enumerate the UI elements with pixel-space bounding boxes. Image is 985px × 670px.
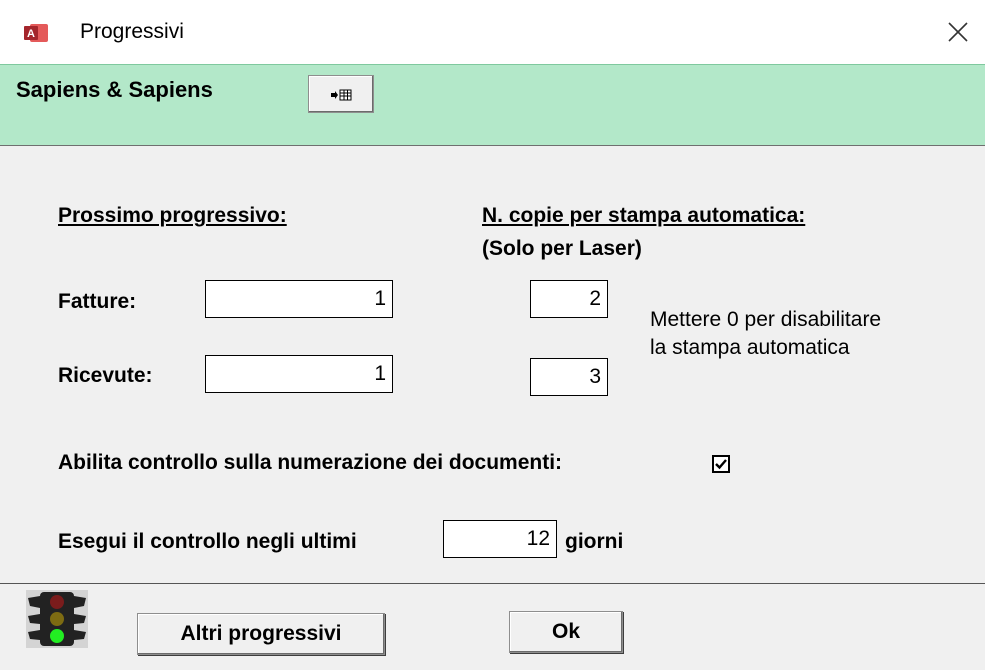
footer-divider — [0, 583, 985, 584]
ricevute-input[interactable]: 1 — [205, 355, 393, 393]
arrow-table-icon — [331, 89, 352, 101]
hint-line-2: la stampa automatica — [650, 336, 850, 359]
title-bar: A Progressivi — [0, 0, 985, 64]
window-title: Progressivi — [80, 20, 184, 43]
ricevute-label: Ricevute: — [58, 364, 153, 387]
altri-progressivi-button[interactable]: Altri progressivi — [137, 613, 385, 655]
days-input[interactable]: 12 — [443, 520, 557, 558]
traffic-light-icon — [26, 590, 88, 648]
ricevute-copies-input[interactable]: 3 — [530, 358, 608, 396]
copie-heading: N. copie per stampa automatica: — [482, 204, 806, 227]
ok-button[interactable]: Ok — [509, 611, 623, 653]
access-icon: A — [24, 24, 48, 42]
checkmark-icon — [715, 459, 727, 470]
fatture-copies-input[interactable]: 2 — [530, 280, 608, 318]
navigate-button[interactable] — [308, 75, 374, 113]
fatture-label: Fatture: — [58, 290, 137, 313]
form-header: Sapiens & Sapiens — [0, 64, 985, 146]
numbering-check-checkbox[interactable] — [712, 455, 730, 473]
progressivo-heading: Prossimo progressivo: — [58, 204, 287, 227]
svg-text:A: A — [27, 28, 35, 40]
copie-subheading: (Solo per Laser) — [482, 237, 642, 260]
hint-line-1: Mettere 0 per disabilitare — [650, 308, 882, 331]
days-prefix: Esegui il controllo negli ultimi — [58, 530, 357, 553]
fatture-input[interactable]: 1 — [205, 280, 393, 318]
check-label: Abilita controllo sulla numerazione dei … — [58, 451, 563, 474]
close-icon[interactable] — [944, 18, 972, 46]
days-suffix: giorni — [565, 530, 624, 553]
company-name: Sapiens & Sapiens — [16, 77, 213, 102]
